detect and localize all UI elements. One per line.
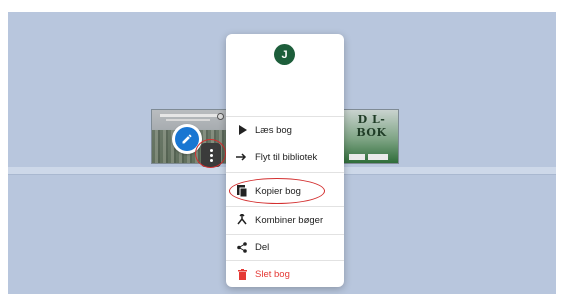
avatar[interactable]: J — [274, 44, 295, 65]
arrow-right-icon — [236, 150, 248, 164]
menu-item-read-book[interactable]: Læs bog — [226, 117, 344, 143]
highlight-circle-more — [195, 139, 226, 168]
book-cover-right[interactable]: D L-BOK — [342, 109, 399, 164]
menu-item-delete-book[interactable]: Slet bog — [226, 261, 344, 287]
menu-divider — [226, 172, 344, 173]
merge-icon — [236, 213, 248, 227]
menu-item-share[interactable]: Del — [226, 234, 344, 260]
share-icon — [236, 240, 248, 254]
play-icon — [236, 123, 248, 137]
highlight-circle-copy — [229, 178, 325, 204]
menu-item-combine-books[interactable]: Kombiner bøger — [226, 207, 344, 233]
trash-icon — [236, 267, 248, 281]
book-context-menu: J Læs bog Flyt til bibliotek Kopier bog — [226, 34, 344, 287]
bookshelf-view: D L-BOK J Læs bog Flyt til bibliotek Kop… — [8, 12, 556, 294]
menu-item-move-to-library[interactable]: Flyt til bibliotek — [226, 144, 344, 170]
book-cover-title: D L-BOK — [356, 113, 387, 139]
